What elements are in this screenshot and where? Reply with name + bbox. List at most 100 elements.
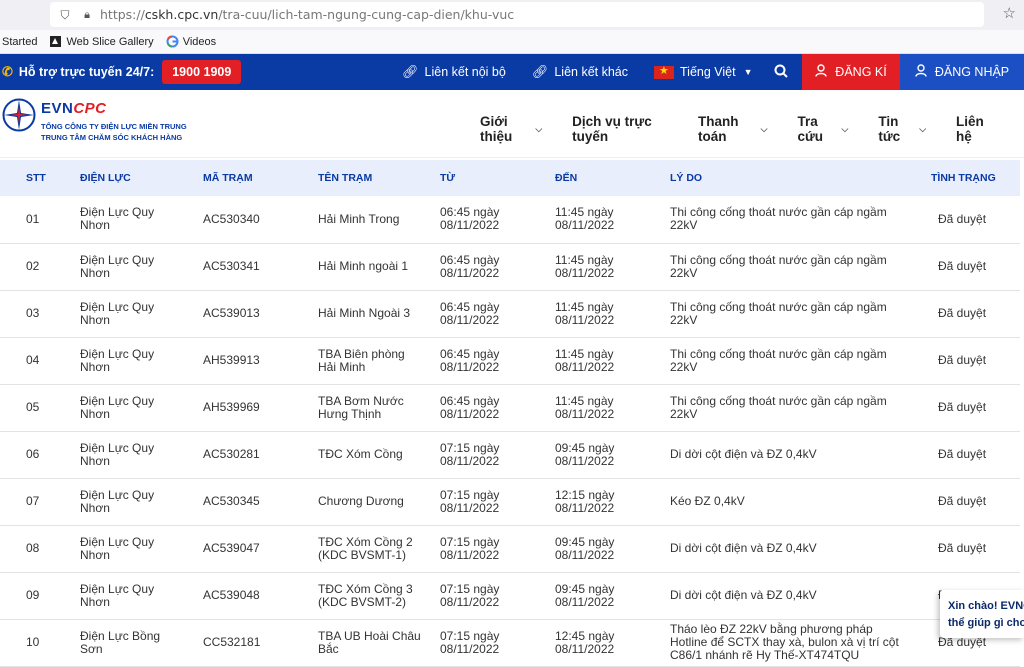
cell-ly-do-line: Thi công cống thoát nước gần cáp ngầm: [670, 205, 887, 220]
register-button[interactable]: ĐĂNG KÍ: [802, 54, 900, 90]
cell-ten-tram-line: Hưng Thịnh: [318, 406, 382, 421]
internal-links-label: Liên kết nội bộ: [424, 65, 506, 79]
bookmark-videos[interactable]: Videos: [166, 35, 216, 48]
bookmark-star-icon[interactable]: ☆: [1003, 4, 1016, 22]
cell-tinh-trang-line: Đã duyệt: [938, 353, 987, 367]
cell-dien-luc-line: Nhơn: [80, 547, 110, 562]
cell-tu: 06:45 ngày 08/11/2022: [440, 196, 555, 243]
cell-ly-do: Thi công cống thoát nước gần cáp ngầm 22k…: [670, 290, 931, 337]
cell-ly-do-line: Di dời cột điện và ĐZ 0,4kV: [670, 541, 817, 555]
cell-ten-tram: TBA Biên phòng Hải Minh: [318, 337, 440, 384]
chat-widget[interactable]: Xin chào! EVNCPC thể giúp gì cho bạn: [940, 590, 1024, 638]
cell-ly-do: Di dời cột điện và ĐZ 0,4kV: [670, 572, 931, 619]
chevron-down-icon: ▼: [743, 67, 753, 77]
chevron-down-icon: ⌵: [919, 123, 927, 134]
language-selector[interactable]: Tiếng Việt ▼: [654, 64, 753, 79]
cell-ma-tram-line: AH539913: [203, 353, 260, 367]
cell-den-line: 09:45 ngày: [555, 534, 615, 549]
cell-ly-do: Thi công cống thoát nước gần cáp ngầm 22k…: [670, 196, 931, 243]
address-bar[interactable]: ⛉ 🔒︎ https://cskh.cpc.vn/tra-cuu/lich-ta…: [50, 2, 984, 27]
cell-ma-tram: CC532181: [203, 619, 318, 666]
cell-tu: 07:15 ngày 08/11/2022: [440, 572, 555, 619]
nav-tra-cuu[interactable]: Tra cứu ⌵: [797, 114, 848, 144]
cell-tu: 07:15 ngày 08/11/2022: [440, 525, 555, 572]
cell-stt-line: 06: [26, 447, 40, 461]
cell-ly-do-line: Di dời cột điện và ĐZ 0,4kV: [670, 447, 817, 461]
cell-dien-luc-line: Điện Lực Quy: [80, 534, 155, 549]
web-slice-icon: [49, 35, 62, 48]
cell-dien-luc: Điện Lực Quy Nhơn: [80, 243, 203, 290]
cell-den-line: 08/11/2022: [555, 312, 615, 327]
url-host: cskh.cpc.vn: [144, 7, 219, 22]
site-logo[interactable]: EVNCPC TỔNG CÔNG TY ĐIỆN LỰC MIỀN TRUNG …: [2, 96, 187, 143]
evn-logo-icon: [2, 98, 36, 132]
table-header-row: STT ĐIỆN LỰC MÃ TRẠM TÊN TRẠM TỪ ĐẾN LÝ …: [0, 160, 1020, 196]
cell-dien-luc-line: Điện Lực Quy: [80, 346, 155, 361]
cell-ly-do-line: 22kV: [670, 312, 698, 327]
cell-stt-line: 08: [26, 541, 40, 555]
cell-den-line: 08/11/2022: [555, 265, 615, 280]
cell-den-line: 08/11/2022: [555, 594, 615, 609]
cell-tu-line: 08/11/2022: [440, 500, 500, 515]
cell-tu-line: 06:45 ngày: [440, 252, 500, 267]
cell-tinh-trang: Đã duyệt: [931, 525, 1020, 572]
cell-ly-do: Thi công cống thoát nước gần cáp ngầm 22k…: [670, 384, 931, 431]
nav-thanh-toan[interactable]: Thanh toán ⌵: [698, 114, 768, 144]
cell-tinh-trang: Đã duyệt: [931, 196, 1020, 243]
cell-tu-line: 08/11/2022: [440, 406, 500, 421]
login-button[interactable]: ĐĂNG NHẬP: [900, 54, 1024, 90]
search-icon[interactable]: [774, 64, 788, 81]
table-row: 05 Điện Lực Quy Nhơn AH539969 TBA Bơm Nước Hư…: [0, 384, 1020, 431]
nav-dich-vu-truc-tuyen[interactable]: Dịch vụ trực tuyến: [572, 114, 668, 144]
cell-stt-line: 10: [26, 635, 40, 649]
bookmark-label: Videos: [182, 35, 217, 48]
cell-dien-luc-line: Điện Lực Quy: [80, 393, 155, 408]
col-ma-tram: MÃ TRẠM: [203, 172, 253, 184]
login-label: ĐĂNG NHẬP: [934, 65, 1010, 79]
cell-dien-luc: Điện Lực Quy Nhơn: [80, 384, 203, 431]
cell-stt-line: 01: [26, 211, 40, 226]
nav-lien-he[interactable]: Liên hệ: [956, 114, 994, 144]
col-stt: STT: [26, 172, 46, 184]
internal-links-link[interactable]: 🔗︎ Liên kết nội bộ: [402, 64, 506, 80]
cell-ly-do-line: Thi công cống thoát nước gần cáp ngầm: [670, 393, 887, 408]
cell-tinh-trang: Đã duyệt: [931, 337, 1020, 384]
page-info-icon[interactable]: 🔒︎: [80, 8, 94, 22]
support-info: ✆ Hỗ trợ trực tuyến 24/7: 1900 1909: [2, 60, 242, 84]
cell-dien-luc: Điện Lực Quy Nhơn: [80, 525, 203, 572]
nav-label: Tin tức: [878, 114, 901, 144]
cell-stt: 10: [0, 619, 80, 666]
top-links: 🔗︎ Liên kết nội bộ 🔗︎ Liên kết khác Tiến…: [402, 54, 779, 90]
table-row: 08 Điện Lực Quy Nhơn AC539047 TĐC Xóm Cồng 2…: [0, 525, 1020, 572]
cell-ly-do: Tháo lèo ĐZ 22kV bằng phương pháp Hotline…: [670, 619, 931, 666]
cell-ma-tram-line: AH539969: [203, 400, 260, 414]
cell-dien-luc-line: Nhơn: [80, 453, 110, 468]
bookmark-web-slice-gallery[interactable]: Web Slice Gallery: [49, 35, 154, 48]
url-text[interactable]: https://cskh.cpc.vn/tra-cuu/lich-tam-ngu…: [100, 7, 514, 22]
col-ten-tram: TÊN TRẠM: [318, 172, 373, 184]
cell-tinh-trang: Đã duyệt: [931, 243, 1020, 290]
user-icon: [815, 64, 827, 80]
nav-tin-tuc[interactable]: Tin tức ⌵: [878, 114, 926, 144]
cell-ma-tram-line: CC532181: [203, 635, 261, 649]
cell-den-line: 12:45 ngày: [555, 628, 615, 643]
table-row: 01 Điện Lực Quy Nhơn AC530340 Hải Minh Trong…: [0, 196, 1020, 243]
cell-dien-luc-line: Nhơn: [80, 406, 110, 421]
cell-stt-line: 03: [26, 306, 40, 320]
chevron-down-icon: ⌵: [841, 123, 849, 134]
cell-dien-luc-line: Nhơn: [80, 594, 110, 609]
cell-ten-tram: TBA UB Hoài Châu Bắc: [318, 619, 440, 666]
hotline-button[interactable]: 1900 1909: [162, 60, 242, 84]
other-links-link[interactable]: 🔗︎ Liên kết khác: [532, 64, 628, 80]
cell-tu-line: 06:45 ngày: [440, 346, 500, 361]
cell-den: 11:45 ngày 08/11/2022: [555, 290, 670, 337]
cell-den-line: 09:45 ngày: [555, 581, 615, 596]
bookmark-started[interactable]: Started: [2, 36, 37, 48]
shield-icon[interactable]: ⛉: [58, 8, 72, 22]
cell-dien-luc: Điện Lực Bồng Sơn: [80, 619, 203, 666]
nav-gioi-thieu[interactable]: Giới thiệu ⌵: [480, 114, 542, 144]
cell-ly-do-line: Di dời cột điện và ĐZ 0,4kV: [670, 588, 817, 602]
cell-ly-do-line: 22kV: [670, 359, 698, 374]
cell-ten-tram-line: Hải Minh: [318, 359, 366, 374]
cell-ly-do-line: C86/1 nhánh rẽ Hy Thế-XT474TQU: [670, 648, 860, 662]
